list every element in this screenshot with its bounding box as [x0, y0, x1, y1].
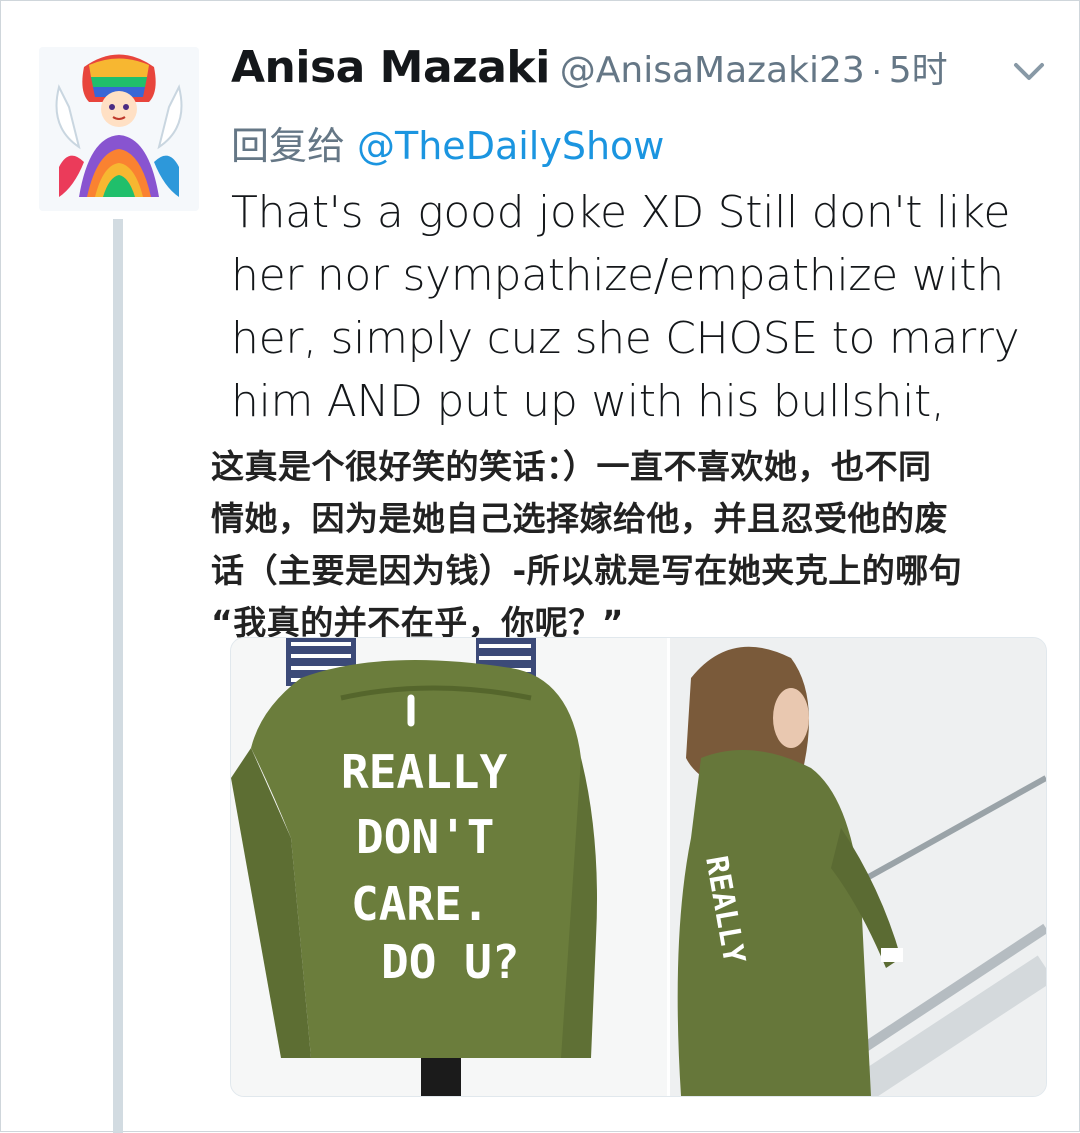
media-image-left[interactable]: REALLY DON'T CARE. DO U? — [231, 638, 667, 1096]
reply-context: 回复给 @TheDailyShow — [231, 115, 664, 170]
tweet-text-line: That's a good joke XD Still don't like — [231, 187, 1011, 238]
tweet-text: That's a good joke XD Still don't like h… — [231, 181, 1031, 433]
separator-dot: · — [870, 49, 883, 90]
left-jacket-line-4: DO U? — [381, 935, 519, 989]
avatar[interactable] — [39, 47, 199, 211]
chevron-down-icon[interactable] — [1011, 57, 1047, 87]
author-handle[interactable]: @AnisaMazaki23 — [560, 50, 865, 91]
thread-line — [113, 219, 123, 1133]
tweet-header: Anisa Mazaki @AnisaMazaki23 · 5时 — [231, 41, 991, 101]
tweet-text-line: her, simply cuz she CHOSE to marry — [231, 313, 1020, 364]
translation-overlay: 这真是个很好笑的笑话：）一直不喜欢她，也不同 情她，因为是她自己选择嫁给他，并且… — [211, 441, 1041, 642]
translation-line: 话（主要是因为钱）-所以就是写在她夹克上的哪句 — [211, 551, 963, 590]
tweet-text-line: him AND put up with his bullshit, — [231, 376, 945, 427]
rainbow-anime-avatar-icon — [39, 47, 199, 211]
left-jacket-line-1: REALLY — [341, 745, 507, 799]
tweet-text-line: her nor sympathize/empathize with — [231, 250, 1004, 301]
reply-prefix: 回复给 — [231, 124, 346, 168]
tweet-media[interactable]: REALLY DON'T CARE. DO U? REALLY — [230, 637, 1047, 1097]
author-name[interactable]: Anisa Mazaki — [231, 42, 550, 93]
translation-line: 情她，因为是她自己选择嫁给他，并且忍受他的废 — [211, 499, 948, 538]
left-jacket-line-2: DON'T — [356, 810, 494, 864]
reply-mention-link[interactable]: @TheDailyShow — [357, 124, 664, 168]
translation-line: 这真是个很好笑的笑话：）一直不喜欢她，也不同 — [211, 447, 932, 486]
left-jacket-line-3: CARE. — [351, 877, 489, 931]
tweet-timestamp[interactable]: 5时 — [889, 50, 948, 91]
media-image-right[interactable]: REALLY — [670, 638, 1046, 1096]
tweet-card[interactable]: Anisa Mazaki @AnisaMazaki23 · 5时 回复给 @TheDai… — [0, 0, 1080, 1133]
